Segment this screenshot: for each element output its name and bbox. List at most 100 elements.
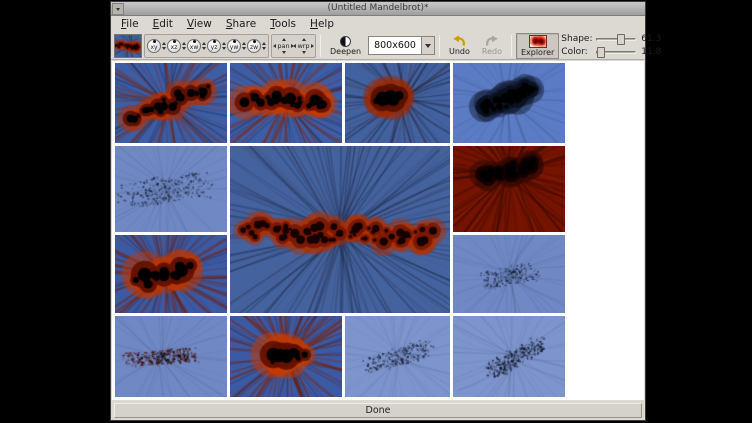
fractal-preview-thumbnail[interactable] xyxy=(114,34,142,58)
undo-icon xyxy=(452,35,466,47)
spin-down-icon[interactable] xyxy=(202,47,206,50)
menu-file[interactable]: File xyxy=(114,16,146,32)
menu-view[interactable]: View xyxy=(180,16,219,32)
dial-yz[interactable]: yz xyxy=(207,39,226,53)
dial-yw-knob[interactable]: yw xyxy=(227,39,241,53)
size-select-dropdown-button[interactable] xyxy=(421,37,434,54)
explorer-area xyxy=(112,61,644,400)
window-menu-icon xyxy=(116,8,120,11)
explorer-mutation-tile[interactable] xyxy=(453,63,565,143)
deepen-button[interactable]: Deepen xyxy=(325,33,366,59)
pan-left-icon[interactable] xyxy=(273,44,276,48)
warp-up-icon[interactable] xyxy=(302,38,306,41)
dial-xz-spinner[interactable] xyxy=(182,42,186,50)
warp-left-icon[interactable] xyxy=(293,44,296,48)
app-window: (Untitled Mandelbrot)* File Edit View Sh… xyxy=(110,1,646,421)
explorer-grid xyxy=(115,63,565,397)
weirdness-sliders: Shape: 61.3 Color: 11.8 xyxy=(561,34,663,58)
shape-slider-handle[interactable] xyxy=(617,34,625,45)
dial-yw[interactable]: yw xyxy=(227,39,246,53)
toolbar-separator xyxy=(320,35,321,57)
dial-xy[interactable]: xy xyxy=(147,39,166,53)
explorer-mutation-tile[interactable] xyxy=(115,146,227,232)
toolbar-separator xyxy=(439,35,440,57)
warp-right-icon[interactable] xyxy=(311,44,314,48)
dial-xy-knob[interactable]: xy xyxy=(147,39,161,53)
explorer-mutation-tile[interactable] xyxy=(230,63,342,143)
spin-up-icon[interactable] xyxy=(182,42,186,45)
spin-down-icon[interactable] xyxy=(242,47,246,50)
explorer-mutation-tile[interactable] xyxy=(453,235,565,313)
pan-down-icon[interactable] xyxy=(282,51,286,54)
pan-control[interactable]: pan xyxy=(274,38,293,54)
undo-button[interactable]: Undo xyxy=(444,33,475,59)
spin-up-icon[interactable] xyxy=(162,42,166,45)
dial-marker xyxy=(153,40,156,43)
explorer-mutation-tile[interactable] xyxy=(453,316,565,397)
dial-zw[interactable]: zw xyxy=(247,39,266,53)
chevron-down-icon xyxy=(425,44,431,48)
titlebar[interactable]: (Untitled Mandelbrot)* xyxy=(111,2,645,16)
explorer-icon xyxy=(529,35,547,48)
spin-up-icon[interactable] xyxy=(242,42,246,45)
color-label: Color: xyxy=(561,47,593,57)
window-title: (Untitled Mandelbrot)* xyxy=(111,2,645,15)
status-text: Done xyxy=(366,405,391,416)
dial-marker xyxy=(193,40,196,43)
spin-down-icon[interactable] xyxy=(262,47,266,50)
dial-marker xyxy=(213,40,216,43)
status-bar: Done xyxy=(114,403,642,418)
redo-button[interactable]: Redo xyxy=(477,33,507,59)
rotation-dials-group: xy xz xw yz yw zw xyxy=(144,34,269,58)
menu-tools[interactable]: Tools xyxy=(263,16,303,32)
menu-help[interactable]: Help xyxy=(303,16,341,32)
explorer-toggle-button[interactable]: Explorer xyxy=(516,33,559,59)
explorer-mutation-tile[interactable] xyxy=(115,63,227,143)
dial-xz[interactable]: xz xyxy=(167,39,186,53)
dial-xw-spinner[interactable] xyxy=(202,42,206,50)
explorer-mutation-tile[interactable] xyxy=(345,63,450,143)
explorer-mutation-tile[interactable] xyxy=(230,316,342,397)
size-select[interactable]: 800x600 xyxy=(368,36,435,55)
explorer-mutation-tile[interactable] xyxy=(115,235,227,313)
dial-marker xyxy=(233,40,236,43)
menu-share[interactable]: Share xyxy=(219,16,263,32)
spin-up-icon[interactable] xyxy=(262,42,266,45)
spin-down-icon[interactable] xyxy=(162,47,166,50)
dial-xy-spinner[interactable] xyxy=(162,42,166,50)
explorer-mutation-tile[interactable] xyxy=(115,316,227,397)
toolbar-separator xyxy=(511,35,512,57)
dial-xz-knob[interactable]: xz xyxy=(167,39,181,53)
warp-down-icon[interactable] xyxy=(302,51,306,54)
dial-xw-knob[interactable]: xw xyxy=(187,39,201,53)
toolbar: xy xz xw yz yw zw xyxy=(111,32,645,60)
dial-marker xyxy=(253,40,256,43)
dial-yw-spinner[interactable] xyxy=(242,42,246,50)
main-fractal-view[interactable] xyxy=(230,146,450,313)
pan-label: pan xyxy=(277,42,289,50)
warp-label: wrp xyxy=(297,42,309,50)
spin-up-icon[interactable] xyxy=(222,42,226,45)
shape-label: Shape: xyxy=(561,34,593,44)
color-slider-handle[interactable] xyxy=(597,47,605,58)
window-menu-button[interactable] xyxy=(112,3,124,15)
pan-up-icon[interactable] xyxy=(282,38,286,41)
deepen-icon xyxy=(340,36,351,47)
dial-xw[interactable]: xw xyxy=(187,39,206,53)
color-value: 11.8 xyxy=(639,47,661,57)
dial-yz-knob[interactable]: yz xyxy=(207,39,221,53)
color-slider[interactable] xyxy=(596,47,636,58)
shape-value: 61.3 xyxy=(639,34,661,44)
shape-slider[interactable] xyxy=(596,34,636,45)
warp-control[interactable]: wrp xyxy=(294,38,313,54)
dial-yz-spinner[interactable] xyxy=(222,42,226,50)
spin-up-icon[interactable] xyxy=(202,42,206,45)
dial-zw-knob[interactable]: zw xyxy=(247,39,261,53)
explorer-mutation-tile[interactable] xyxy=(453,146,565,232)
spin-down-icon[interactable] xyxy=(182,47,186,50)
size-select-value: 800x600 xyxy=(369,37,421,54)
spin-down-icon[interactable] xyxy=(222,47,226,50)
dial-zw-spinner[interactable] xyxy=(262,42,266,50)
explorer-mutation-tile[interactable] xyxy=(345,316,450,397)
menu-edit[interactable]: Edit xyxy=(146,16,180,32)
